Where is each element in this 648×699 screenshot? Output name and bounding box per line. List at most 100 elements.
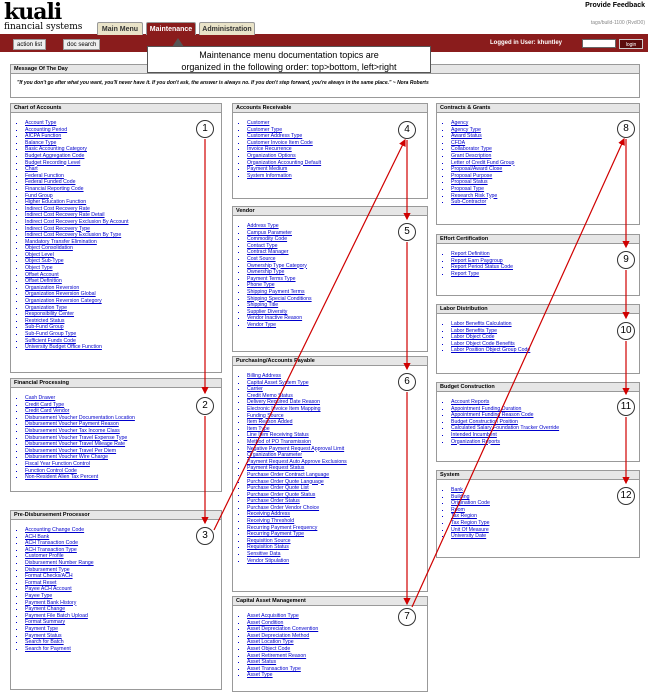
- maintenance-link[interactable]: Customer Profile: [25, 553, 221, 560]
- maintenance-link[interactable]: Requisition Source: [247, 538, 427, 545]
- maintenance-link[interactable]: Basic Accounting Category: [25, 146, 221, 153]
- maintenance-link[interactable]: Agency Type: [451, 127, 639, 134]
- maintenance-link[interactable]: Labor Position Object Group Code: [451, 347, 639, 354]
- maintenance-link[interactable]: Accounting Change Code: [25, 527, 221, 534]
- maintenance-link[interactable]: Purchase Order Quote Language: [247, 479, 427, 486]
- maintenance-link[interactable]: Building: [451, 494, 639, 501]
- maintenance-link[interactable]: Purchase Order Status: [247, 498, 427, 505]
- action-list-button[interactable]: action list: [13, 39, 47, 50]
- maintenance-link[interactable]: Shipping Payment Terms: [247, 289, 427, 296]
- maintenance-link[interactable]: Organization Reversion Category: [25, 298, 221, 305]
- maintenance-link[interactable]: Origination Code: [451, 500, 639, 507]
- tab-main-menu[interactable]: Main Menu: [97, 22, 143, 35]
- maintenance-link[interactable]: Proposal Status: [451, 179, 639, 186]
- maintenance-link[interactable]: Offset Account: [25, 272, 221, 279]
- maintenance-link[interactable]: Format Checks/ACH: [25, 573, 221, 580]
- maintenance-link[interactable]: Restricted Status: [25, 318, 221, 325]
- maintenance-link[interactable]: Payee Type: [25, 593, 221, 600]
- maintenance-link[interactable]: Proposal Type: [451, 186, 639, 193]
- maintenance-link[interactable]: Vendor Stipulation: [247, 558, 427, 565]
- maintenance-link[interactable]: Organization Options: [247, 153, 427, 160]
- maintenance-link[interactable]: Disbursement Voucher Payment Reason: [25, 421, 221, 428]
- maintenance-link[interactable]: Cost Source: [247, 256, 427, 263]
- maintenance-link[interactable]: Item Reason Added: [247, 419, 427, 426]
- maintenance-link[interactable]: Contact Type: [247, 243, 427, 250]
- maintenance-link[interactable]: Electronic Invoice Item Mapping: [247, 406, 427, 413]
- maintenance-link[interactable]: AICPA Function: [25, 133, 221, 140]
- maintenance-link[interactable]: CFDA: [451, 140, 639, 147]
- maintenance-link[interactable]: Payment Terms Type: [247, 276, 427, 283]
- maintenance-link[interactable]: Disbursement Type: [25, 567, 221, 574]
- maintenance-link[interactable]: Customer Invoice Item Code: [247, 140, 427, 147]
- maintenance-link[interactable]: Indirect Cost Recovery Exclusion By Acco…: [25, 219, 221, 226]
- maintenance-link[interactable]: Object Level: [25, 252, 221, 259]
- maintenance-link[interactable]: Tax Region: [451, 513, 639, 520]
- maintenance-link[interactable]: Invoice Recurrence: [247, 146, 427, 153]
- maintenance-link[interactable]: Agency: [451, 120, 639, 127]
- maintenance-link[interactable]: ACH Transaction Type: [25, 547, 221, 554]
- maintenance-link[interactable]: Organization Reports: [451, 439, 639, 446]
- maintenance-link[interactable]: Fund Group: [25, 193, 221, 200]
- maintenance-link[interactable]: Recurring Payment Type: [247, 531, 427, 538]
- maintenance-link[interactable]: Labor Benefits Type: [451, 328, 639, 335]
- maintenance-link[interactable]: Organization Reversion: [25, 285, 221, 292]
- maintenance-link[interactable]: Organization Accounting Default: [247, 160, 427, 167]
- maintenance-link[interactable]: Labor Object Code Benefits: [451, 341, 639, 348]
- maintenance-link[interactable]: Collaborator Type: [451, 146, 639, 153]
- maintenance-link[interactable]: Asset Transaction Type: [247, 666, 427, 673]
- maintenance-link[interactable]: Accounting Period: [25, 127, 221, 134]
- maintenance-link[interactable]: Shipping Special Conditions: [247, 296, 427, 303]
- maintenance-link[interactable]: Line Item Receiving Status: [247, 432, 427, 439]
- maintenance-link[interactable]: Payment Medium: [247, 166, 427, 173]
- maintenance-link[interactable]: Labor Benefits Calculation: [451, 321, 639, 328]
- maintenance-link[interactable]: Budget Construction Position: [451, 419, 639, 426]
- maintenance-link[interactable]: Non-Resident Alien Tax Percent: [25, 474, 221, 481]
- maintenance-link[interactable]: Funding Source: [247, 413, 427, 420]
- maintenance-link[interactable]: Report Earn Paygroup: [451, 258, 639, 265]
- maintenance-link[interactable]: Asset Object Code: [247, 646, 427, 653]
- tab-maintenance[interactable]: Maintenance: [146, 22, 196, 35]
- maintenance-link[interactable]: Purchase Order Quote List: [247, 485, 427, 492]
- maintenance-link[interactable]: Research Risk Type: [451, 193, 639, 200]
- provide-feedback-link[interactable]: Provide Feedback: [585, 2, 645, 9]
- maintenance-link[interactable]: Indirect Cost Recovery Exclusion By Type: [25, 232, 221, 239]
- maintenance-link[interactable]: Bank: [451, 487, 639, 494]
- maintenance-link[interactable]: Format Reset: [25, 580, 221, 587]
- maintenance-link[interactable]: Organization Type: [25, 305, 221, 312]
- maintenance-link[interactable]: Appointment Funding Duration: [451, 406, 639, 413]
- maintenance-link[interactable]: Cash Drawer: [25, 395, 221, 402]
- maintenance-link[interactable]: Object Type: [25, 265, 221, 272]
- maintenance-link[interactable]: Indirect Cost Recovery Rate: [25, 206, 221, 213]
- maintenance-link[interactable]: Payment Type: [25, 626, 221, 633]
- maintenance-link[interactable]: Budget Recording Level: [25, 160, 221, 167]
- maintenance-link[interactable]: Phone Type: [247, 282, 427, 289]
- maintenance-link[interactable]: Search for Batch: [25, 639, 221, 646]
- maintenance-link[interactable]: Intended Incumbent: [451, 432, 639, 439]
- maintenance-link[interactable]: Room: [451, 507, 639, 514]
- doc-search-button[interactable]: doc search: [63, 39, 101, 50]
- maintenance-link[interactable]: Offset Definition: [25, 278, 221, 285]
- maintenance-link[interactable]: Payment Bank History: [25, 600, 221, 607]
- maintenance-link[interactable]: Contract Manager: [247, 249, 427, 256]
- maintenance-link[interactable]: Report Period Status Code: [451, 264, 639, 271]
- maintenance-link[interactable]: Purchase Order Quote Status: [247, 492, 427, 499]
- maintenance-link[interactable]: Proposal/Award Close: [451, 166, 639, 173]
- maintenance-link[interactable]: ACH Transaction Code: [25, 540, 221, 547]
- maintenance-link[interactable]: Grant Description: [451, 153, 639, 160]
- maintenance-link[interactable]: Object Consolidation: [25, 245, 221, 252]
- maintenance-link[interactable]: Federal Function: [25, 173, 221, 180]
- maintenance-link[interactable]: Chart: [25, 166, 221, 173]
- maintenance-link[interactable]: Vendor Type: [247, 322, 427, 329]
- maintenance-link[interactable]: Sub-Fund Group Type: [25, 331, 221, 338]
- maintenance-link[interactable]: Format Summary: [25, 619, 221, 626]
- maintenance-link[interactable]: Payment File Batch Upload: [25, 613, 221, 620]
- maintenance-link[interactable]: Credit Card Type: [25, 402, 221, 409]
- maintenance-link[interactable]: Federal Funded Code: [25, 179, 221, 186]
- maintenance-link[interactable]: Payment Change: [25, 606, 221, 613]
- maintenance-link[interactable]: Object Sub-Type: [25, 258, 221, 265]
- maintenance-link[interactable]: Financial Reporting Code: [25, 186, 221, 193]
- maintenance-link[interactable]: Method of PO Transmission: [247, 439, 427, 446]
- maintenance-link[interactable]: Account Type: [25, 120, 221, 127]
- maintenance-link[interactable]: Asset Status: [247, 659, 427, 666]
- maintenance-link[interactable]: Disbursement Voucher Tax Income Class: [25, 428, 221, 435]
